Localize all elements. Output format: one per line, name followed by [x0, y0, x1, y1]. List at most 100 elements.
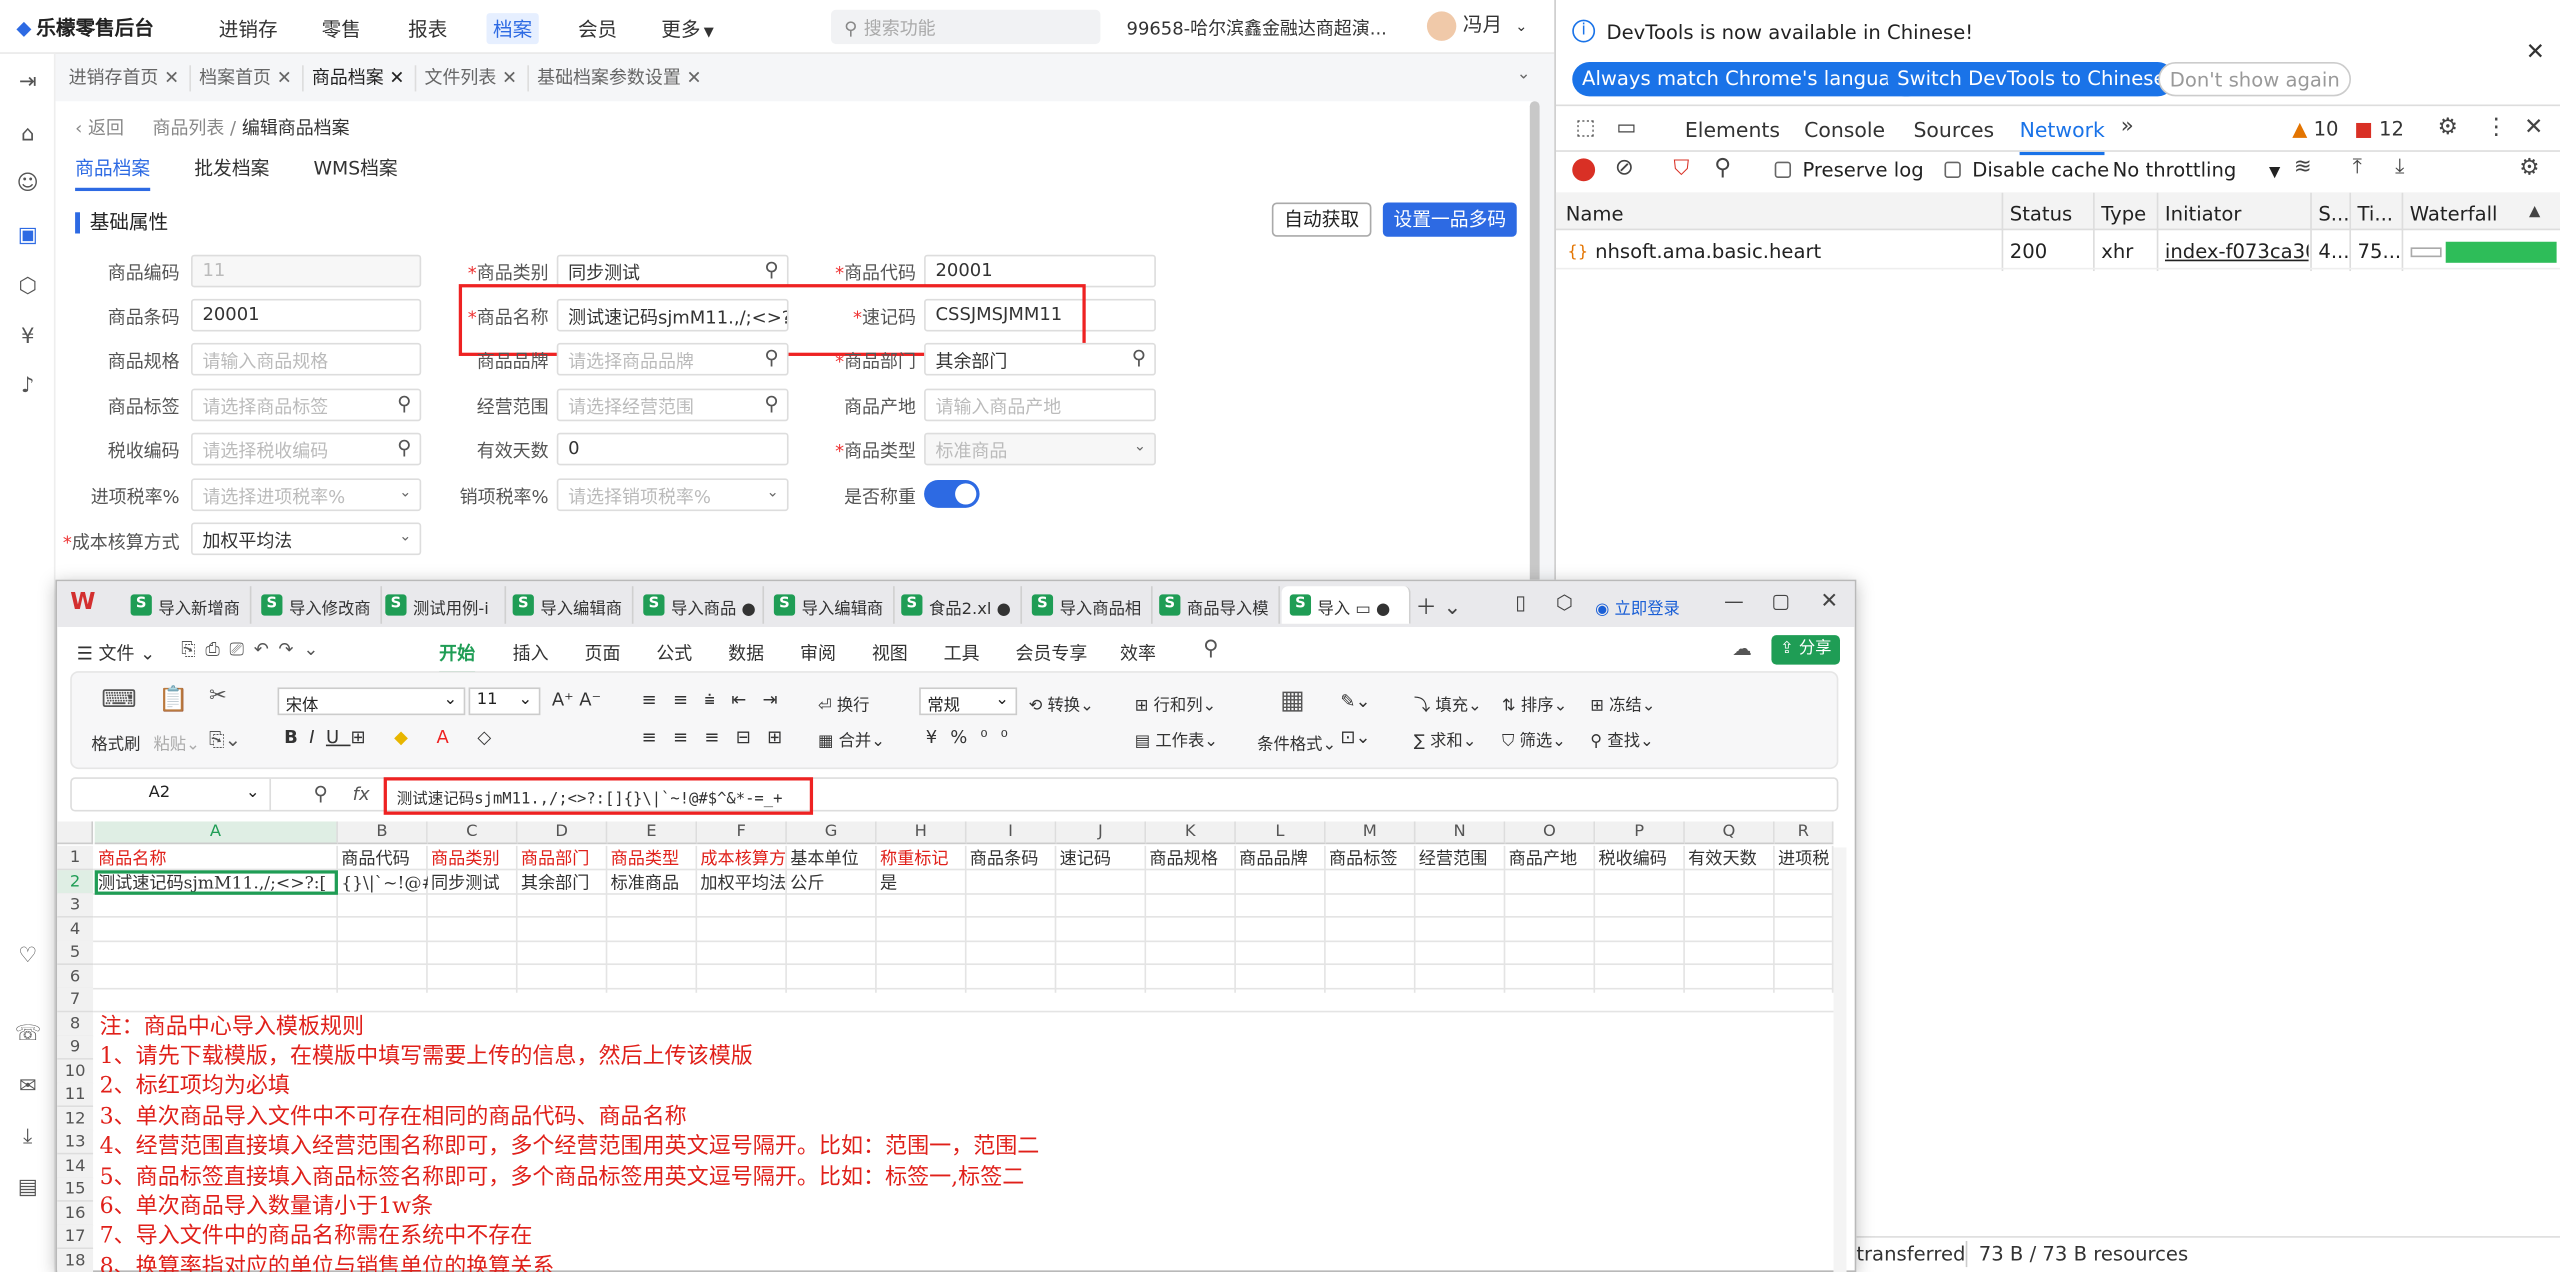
tab-sources[interactable]: Sources: [1913, 118, 1994, 142]
row-header-10[interactable]: 10: [57, 1058, 94, 1084]
tag-select[interactable]: 请选择商品标签 ⚲: [191, 388, 422, 422]
merge-button[interactable]: ▦ 合并⌄: [818, 727, 885, 751]
spec-field[interactable]: 请输入商品规格: [191, 342, 422, 376]
close-icon[interactable]: ✕: [502, 67, 517, 88]
col-status[interactable]: Status: [2010, 202, 2072, 225]
data-cell[interactable]: 同步测试: [431, 871, 518, 894]
cost-method-select[interactable]: 加权平均法 ⌄: [191, 522, 422, 556]
font-select[interactable]: 宋体 ⌄: [277, 687, 466, 716]
col-time[interactable]: Ti...: [2358, 202, 2394, 225]
header-cell[interactable]: 有效天数: [1688, 847, 1775, 870]
header-cell[interactable]: 税收编码: [1598, 847, 1685, 870]
close-icon[interactable]: ✕: [389, 67, 404, 88]
nav-archive[interactable]: 档案: [486, 13, 539, 45]
preserve-log-checkbox[interactable]: [1774, 161, 1792, 178]
column-header-f[interactable]: F: [697, 821, 787, 845]
file-tab[interactable]: S 商品导入模: [1151, 586, 1280, 624]
spreadsheet-grid[interactable]: ABCDEFGHIJKLMNOPQR 1 2 3 4 5 6 7 8 9 10 11 12 13 14 15…: [57, 821, 1855, 1272]
headset-icon[interactable]: ☏: [15, 1022, 42, 1046]
tab-console[interactable]: Console: [1804, 118, 1885, 142]
tab-inventory-home[interactable]: 进销存首页 ✕: [59, 65, 191, 92]
column-header-k[interactable]: K: [1146, 821, 1236, 845]
origin-field[interactable]: 请输入商品产地: [924, 388, 1156, 422]
row-header-5[interactable]: 5: [57, 940, 94, 966]
header-cell[interactable]: 商品条码: [970, 847, 1057, 870]
column-header-d[interactable]: D: [517, 821, 608, 845]
formula-input[interactable]: 测试速记码sjmM11.,/;<>?:[]{}\|`~!@#$^&*-=_+: [383, 777, 814, 815]
wps-logo-icon[interactable]: W: [70, 589, 95, 615]
request-initiator[interactable]: index-f073ca30.j: [2165, 240, 2309, 263]
worksheet-button[interactable]: ▤ 工作表⌄: [1135, 727, 1218, 751]
barcode-field[interactable]: 20001: [191, 298, 422, 332]
dont-show-button[interactable]: Don't show again: [2158, 62, 2352, 97]
filter-button[interactable]: ⛉ 筛选⌄: [1502, 727, 1566, 751]
add-tab-icon[interactable]: ＋ ⌄: [1416, 589, 1462, 620]
close-icon[interactable]: ✕: [2526, 39, 2545, 65]
conditional-format-button[interactable]: 条件格式⌄: [1257, 730, 1336, 754]
dept-select[interactable]: 其余部门 ⚲: [924, 342, 1156, 376]
tab-wholesale-archive[interactable]: 批发档案: [194, 155, 269, 181]
rule-note[interactable]: 7、导入文件中的商品名称需在系统中不存在: [100, 1222, 533, 1251]
gear-icon[interactable]: ⚙: [2519, 155, 2540, 181]
store-name[interactable]: 99658-哈尔滨鑫金融达商超演...: [1127, 15, 1387, 41]
search-icon[interactable]: ⚲: [1714, 155, 1731, 181]
row-header-2[interactable]: 2: [57, 869, 94, 894]
col-type[interactable]: Type: [2101, 202, 2146, 225]
font-size-select[interactable]: 11 ⌄: [468, 687, 541, 716]
select-all-corner[interactable]: [57, 821, 94, 845]
product-type-select[interactable]: 标准商品 ⌄: [924, 432, 1156, 466]
name-box[interactable]: A2 ⌄: [70, 778, 272, 812]
header-cell[interactable]: 商品部门: [521, 847, 608, 870]
tab-file-list[interactable]: 文件列表 ✕: [415, 65, 529, 92]
fill-button[interactable]: ⤵ 填充⌄: [1414, 691, 1482, 715]
column-header-m[interactable]: M: [1325, 821, 1416, 845]
column-header-h[interactable]: H: [876, 821, 967, 845]
user-icon[interactable]: ☺: [15, 171, 41, 195]
freeze-button[interactable]: ⊞ 冻结⌄: [1590, 691, 1655, 715]
row-header-12[interactable]: 12: [57, 1106, 94, 1131]
user-menu[interactable]: 冯月 ⌄: [1426, 10, 1527, 41]
row-header-15[interactable]: 15: [57, 1177, 94, 1202]
column-header-g[interactable]: G: [786, 821, 877, 845]
row-header-3[interactable]: 3: [57, 893, 94, 918]
home-icon[interactable]: ⌂: [15, 122, 41, 146]
sum-button[interactable]: ∑ 求和⌄: [1414, 727, 1477, 751]
file-tab[interactable]: S 食品2.xl ●: [893, 586, 1023, 624]
column-header-i[interactable]: I: [966, 821, 1057, 845]
switch-chinese-button[interactable]: Switch DevTools to Chinese: [1887, 62, 2176, 97]
format-painter-icon[interactable]: ⌨: [101, 684, 136, 713]
note-icon[interactable]: ▤: [15, 1176, 41, 1200]
vertical-scrollbar[interactable]: [1833, 847, 1847, 1272]
file-tab[interactable]: S 导入新增商: [122, 586, 252, 624]
device-icon[interactable]: ▭: [1616, 116, 1636, 140]
number-icons[interactable]: ¥%⁰⁰: [926, 727, 1021, 748]
file-tab[interactable]: S 导入商品 ●: [635, 586, 765, 624]
cut-icon[interactable]: ✂: [209, 684, 227, 708]
weigh-toggle[interactable]: [924, 480, 980, 508]
auto-fetch-button[interactable]: 自动获取: [1271, 202, 1372, 237]
rule-note[interactable]: 1、请先下载模版，在模版中填写需要上传的信息，然后上传该模版: [100, 1042, 753, 1071]
font-style-icons[interactable]: BIU⊞ ◆ A ◇: [284, 727, 503, 748]
clear-icon[interactable]: ⊘: [1615, 155, 1634, 181]
cube-icon[interactable]: ⬡: [1556, 591, 1573, 614]
tab-basic-settings[interactable]: 基础档案参数设置 ✕: [527, 65, 711, 91]
column-header-j[interactable]: J: [1056, 821, 1147, 845]
rule-note[interactable]: 8、换算率指对应的单位与销售单位的换算关系: [100, 1252, 555, 1272]
align-top-icons[interactable]: ≡≡⩧⇤⇥: [642, 689, 794, 712]
nav-member[interactable]: 会员: [578, 15, 617, 43]
row-header-7[interactable]: 7: [57, 987, 94, 1013]
close-icon[interactable]: ✕: [1820, 589, 1838, 613]
back-link[interactable]: ‹ 返回: [75, 118, 124, 139]
disable-cache-checkbox[interactable]: [1944, 161, 1961, 178]
menu-review[interactable]: 审阅: [800, 640, 836, 666]
header-cell[interactable]: 速记码: [1060, 847, 1147, 870]
header-cell[interactable]: 经营范围: [1419, 847, 1506, 870]
search-input[interactable]: ⚲ 搜索功能: [831, 9, 1101, 45]
row-header-13[interactable]: 13: [57, 1129, 94, 1155]
heart-icon[interactable]: ♡: [15, 944, 41, 968]
column-header-b[interactable]: B: [337, 821, 428, 845]
paste-button[interactable]: 粘贴⌄: [153, 730, 199, 754]
column-header-e[interactable]: E: [607, 821, 698, 845]
nav-retail[interactable]: 零售: [322, 15, 361, 43]
rule-note[interactable]: 3、单次商品导入文件中不可存在相同的商品代码、商品名称: [100, 1102, 687, 1131]
